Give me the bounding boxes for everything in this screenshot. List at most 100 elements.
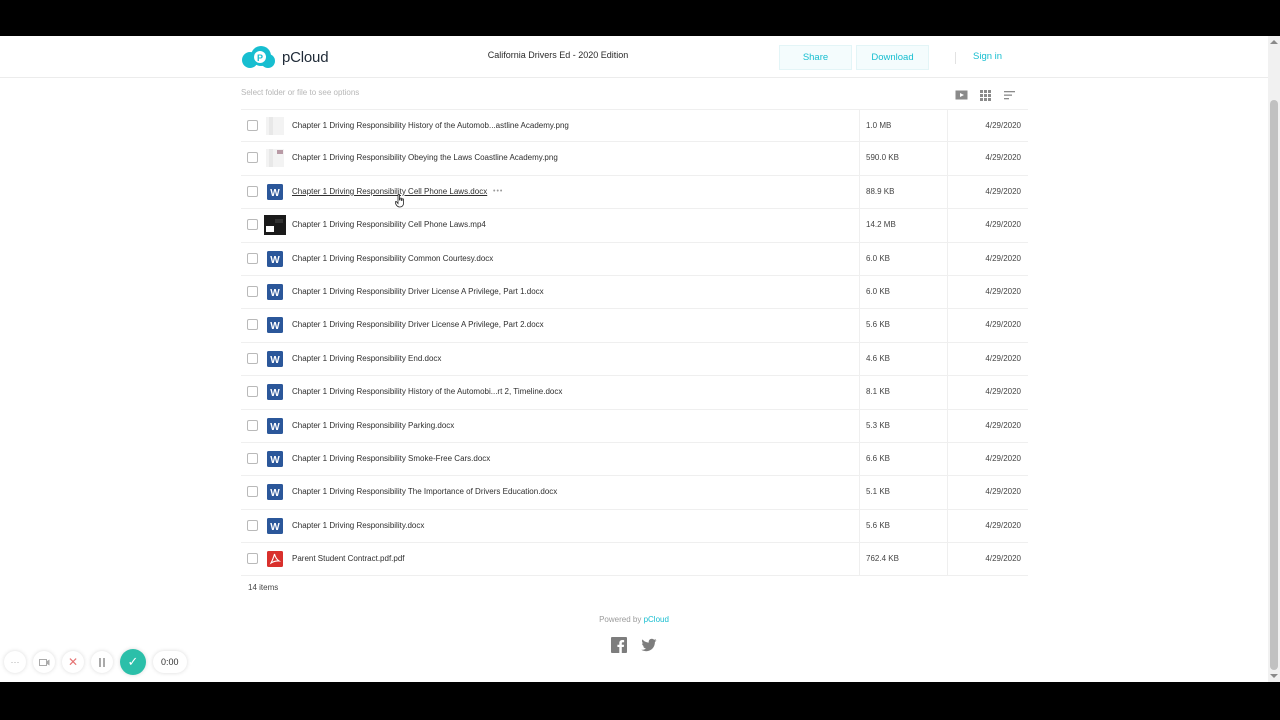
column-divider (859, 476, 860, 509)
file-checkbox[interactable] (247, 252, 258, 264)
word-document-icon: W (266, 483, 284, 501)
grid-view-icon[interactable] (979, 88, 992, 101)
social-links (611, 637, 657, 653)
file-row[interactable]: W Chapter 1 Driving Responsibility Driver… (241, 275, 1028, 310)
file-row[interactable]: W Chapter 1 Driving Responsibility Smoke-… (241, 442, 1028, 477)
file-row[interactable]: Chapter 1 Driving Responsibility Cell Ph… (241, 209, 1028, 243)
finish-recording-icon[interactable]: ✓ (120, 649, 146, 675)
file-checkbox[interactable] (247, 452, 258, 464)
file-name[interactable]: Chapter 1 Driving Responsibility History… (292, 387, 562, 396)
file-name[interactable]: Chapter 1 Driving Responsibility Cell Ph… (292, 220, 486, 229)
powered-by: Powered by pCloud (0, 615, 1268, 624)
file-date: 4/29/2020 (985, 186, 1021, 196)
share-button[interactable]: Share (779, 45, 852, 70)
download-button[interactable]: Download (856, 45, 929, 70)
svg-text:W: W (270, 255, 280, 266)
file-name[interactable]: Chapter 1 Driving Responsibility Parking… (292, 421, 454, 430)
file-row[interactable]: Chapter 1 Driving Responsibility History… (241, 109, 1028, 143)
file-checkbox[interactable] (247, 152, 258, 164)
file-row[interactable]: W Chapter 1 Driving Responsibility Common… (241, 242, 1028, 276)
file-row[interactable]: W Chapter 1 Driving Responsibility.docx 5.… (241, 509, 1028, 544)
browser-viewport: P pCloud California Drivers Ed - 2020 Ed… (0, 36, 1280, 682)
file-row[interactable]: W Chapter 1 Driving Responsibility Parkin… (241, 409, 1028, 443)
pause-icon[interactable] (91, 651, 113, 673)
file-name[interactable]: Chapter 1 Driving Responsibility Driver … (292, 320, 544, 329)
file-checkbox[interactable] (247, 285, 258, 297)
svg-text:W: W (270, 522, 280, 533)
file-row[interactable]: W Chapter 1 Driving Responsibility Driver… (241, 309, 1028, 343)
file-checkbox[interactable] (247, 352, 258, 364)
column-divider (859, 142, 860, 175)
file-name[interactable]: Chapter 1 Driving Responsibility Obeying… (292, 153, 558, 162)
word-document-icon: W (266, 383, 284, 401)
file-size: 5.3 KB (866, 420, 891, 430)
file-name[interactable]: Chapter 1 Driving Responsibility Common … (292, 254, 493, 263)
powered-by-link[interactable]: pCloud (644, 615, 669, 624)
column-divider (859, 275, 860, 309)
file-row[interactable]: W Chapter 1 Driving Responsibility The Im… (241, 476, 1028, 510)
sign-in-link[interactable]: Sign in (973, 51, 1002, 62)
file-row[interactable]: W Chapter 1 Driving Responsibility Histor… (241, 376, 1028, 410)
file-checkbox[interactable] (247, 553, 258, 565)
file-checkbox[interactable] (247, 486, 258, 498)
file-row[interactable]: Parent Student Contract.pdf.pdf 762.4 KB 4… (241, 543, 1028, 577)
column-divider (947, 442, 948, 476)
file-checkbox[interactable] (247, 419, 258, 431)
scroll-down-arrow-icon[interactable] (1270, 674, 1278, 678)
camera-icon[interactable] (33, 651, 55, 673)
svg-text:W: W (270, 455, 280, 466)
file-name[interactable]: Chapter 1 Driving Responsibility History… (292, 121, 569, 130)
file-checkbox[interactable] (247, 185, 258, 197)
pdf-file-icon (266, 550, 284, 568)
more-actions-icon[interactable]: ••• (493, 188, 503, 195)
logo-text: pCloud (282, 48, 329, 66)
word-document-icon: W (266, 283, 284, 301)
column-divider (859, 442, 860, 476)
column-divider (947, 476, 948, 509)
facebook-icon[interactable] (611, 637, 627, 653)
file-name[interactable]: Chapter 1 Driving Responsibility Driver … (292, 287, 544, 296)
scroll-thumb[interactable] (1270, 100, 1278, 670)
slideshow-icon[interactable] (955, 88, 968, 100)
file-row[interactable]: Chapter 1 Driving Responsibility Obeying… (241, 142, 1028, 176)
file-checkbox[interactable] (247, 386, 258, 398)
sort-icon[interactable] (1003, 88, 1016, 100)
column-divider (947, 209, 948, 242)
file-name[interactable]: Chapter 1 Driving Responsibility Smoke-F… (292, 454, 490, 463)
file-name[interactable]: Chapter 1 Driving Responsibility The Imp… (292, 487, 557, 496)
more-options-icon[interactable]: ··· (4, 651, 26, 673)
twitter-icon[interactable] (641, 637, 657, 653)
scroll-up-arrow-icon[interactable] (1270, 40, 1278, 44)
column-divider (859, 242, 860, 275)
word-document-icon: W (266, 517, 284, 535)
file-date: 4/29/2020 (985, 353, 1021, 363)
page-scrollbar[interactable] (1268, 36, 1280, 682)
file-row[interactable]: W Chapter 1 Driving Responsibility Cell P… (241, 175, 1028, 210)
items-count: 14 items (248, 583, 279, 592)
pcloud-logo[interactable]: P pCloud (241, 45, 329, 69)
svg-text:W: W (270, 488, 280, 499)
column-divider (859, 543, 860, 576)
pcloud-logo-icon: P (241, 45, 275, 69)
file-name[interactable]: Chapter 1 Driving Responsibility.docx (292, 521, 424, 530)
file-date: 4/29/2020 (985, 121, 1021, 130)
file-size: 4.6 KB (866, 353, 891, 363)
cancel-recording-icon[interactable]: ✕ (62, 651, 84, 673)
file-checkbox[interactable] (247, 219, 258, 231)
file-size: 6.0 KB (866, 286, 891, 296)
svg-text:W: W (270, 422, 280, 433)
column-divider (947, 275, 948, 309)
file-date: 4/29/2020 (985, 520, 1021, 530)
column-divider (859, 209, 860, 242)
file-checkbox[interactable] (247, 319, 258, 331)
file-row[interactable]: W Chapter 1 Driving Responsibility End.do… (241, 342, 1028, 377)
file-size: 14.2 MB (866, 220, 896, 230)
column-divider (859, 309, 860, 342)
file-name[interactable]: Parent Student Contract.pdf.pdf (292, 554, 405, 563)
column-divider (947, 110, 948, 142)
file-checkbox[interactable] (247, 519, 258, 531)
file-size: 88.9 KB (866, 186, 895, 196)
file-checkbox[interactable] (247, 120, 258, 131)
file-name[interactable]: Chapter 1 Driving Responsibility End.doc… (292, 354, 441, 363)
file-name[interactable]: Chapter 1 Driving Responsibility Cell Ph… (292, 187, 487, 196)
